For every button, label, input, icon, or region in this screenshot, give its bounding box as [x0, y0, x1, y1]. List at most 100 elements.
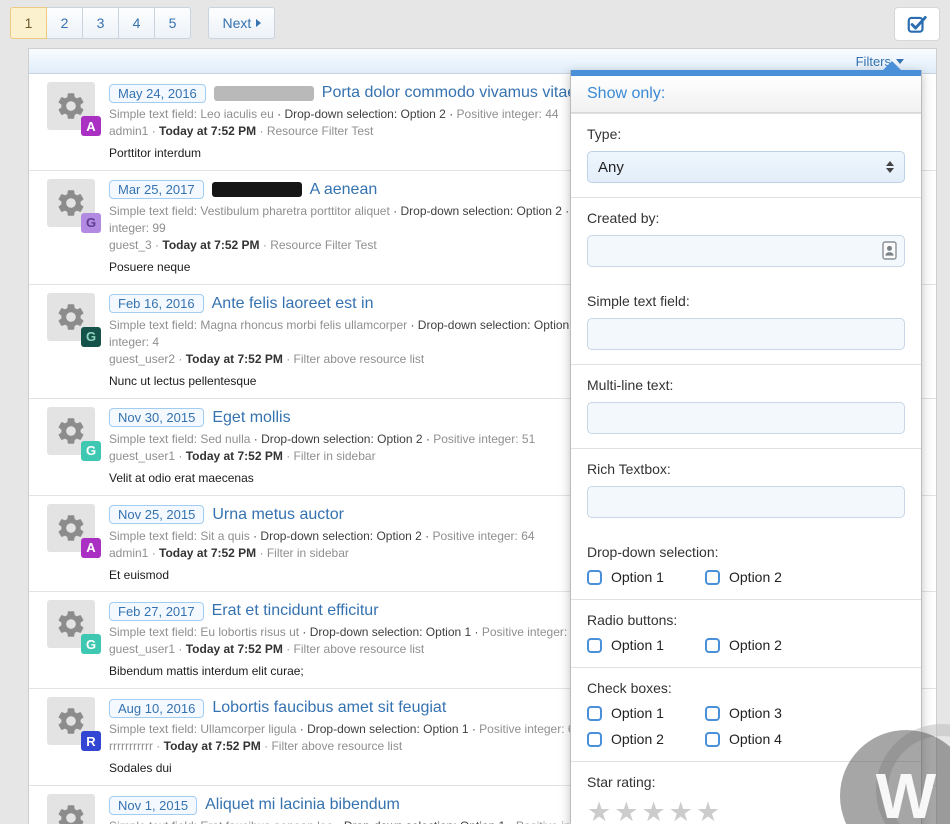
author-line: admin1 · Today at 7:52 PM · Resource Fil… [109, 123, 639, 140]
checkbox-filter-group: Radio buttons: Option 1 Option 2 [571, 599, 921, 667]
checkbox-icon[interactable] [587, 638, 602, 653]
page-button-5[interactable]: 5 [154, 7, 191, 39]
star-icon[interactable]: ★ [641, 797, 668, 824]
item-content: Feb 27, 2017 Erat et tincidunt efficitur… [109, 600, 639, 680]
type-select-value: Any [598, 159, 624, 176]
context-link[interactable]: Filter above resource list [294, 352, 425, 366]
author-link[interactable]: guest_user1 [109, 642, 175, 656]
context-link[interactable]: Resource Filter Test [267, 124, 373, 138]
filter-option[interactable]: Option 2 [705, 569, 823, 585]
text-filter-input[interactable] [587, 318, 905, 350]
star-icon[interactable]: ★ [696, 797, 723, 824]
next-page-button[interactable]: Next [208, 7, 275, 39]
page-button-1[interactable]: 1 [10, 7, 47, 39]
context-link[interactable]: Filter in sidebar [294, 449, 376, 463]
created-by-label: Created by: [587, 210, 905, 226]
type-filter-section: Type: Any [571, 113, 921, 197]
item-content: Nov 1, 2015 Aliquet mi lacinia bibendum … [109, 794, 639, 824]
checkbox-filter-group: Check boxes: Option 1 Option 3 Option 2 … [571, 667, 921, 761]
context-link[interactable]: Filter in sidebar [267, 546, 349, 560]
type-label: Type: [587, 126, 905, 142]
context-link[interactable]: Filter above resource list [294, 642, 425, 656]
checkbox-icon[interactable] [705, 732, 720, 747]
timestamp: Today at 7:52 PM [159, 546, 256, 560]
date-badge: Mar 25, 2017 [109, 180, 204, 199]
checkbox-filter-group: Drop-down selection: Option 1 Option 2 [571, 532, 921, 599]
resource-avatar[interactable]: G [47, 293, 95, 341]
type-select[interactable]: Any [587, 151, 905, 183]
checkbox-group-label: Radio buttons: [587, 612, 905, 628]
pagination-bar: 12345 Next [10, 7, 940, 43]
resource-title-link[interactable]: Urna metus auctor [212, 506, 344, 524]
checkbox-icon[interactable] [705, 706, 720, 721]
checkbox-icon[interactable] [587, 706, 602, 721]
author-line: admin1 · Today at 7:52 PM · Filter in si… [109, 545, 639, 562]
checkbox-icon[interactable] [587, 732, 602, 747]
checkbox-icon [906, 13, 928, 35]
star-icon[interactable]: ★ [669, 797, 696, 824]
author-link[interactable]: guest_user1 [109, 449, 175, 463]
resource-title-link[interactable]: Ante felis laoreet est in [212, 295, 374, 313]
timestamp: Today at 7:52 PM [159, 124, 256, 138]
resource-avatar[interactable]: G [47, 600, 95, 648]
resource-avatar[interactable]: G [47, 407, 95, 455]
checkbox-icon[interactable] [705, 638, 720, 653]
resource-title-link[interactable]: Erat et tincidunt efficitur [212, 602, 379, 620]
timestamp: Today at 7:52 PM [164, 739, 261, 753]
resource-title-link[interactable]: Eget mollis [212, 409, 290, 427]
resource-title-link[interactable]: Porta dolor commodo vivamus vitae [322, 84, 576, 102]
author-link[interactable]: guest_3 [109, 238, 152, 252]
avatar-type-badge: G [81, 213, 101, 233]
resource-avatar[interactable]: G [47, 179, 95, 227]
author-line: guest_3 · Today at 7:52 PM · Resource Fi… [109, 237, 639, 254]
star-rating-control[interactable]: ★★★★★ [587, 799, 905, 824]
resource-title-link[interactable]: Lobortis faucibus amet sit feugiat [212, 699, 446, 717]
checkbox-icon[interactable] [705, 570, 720, 585]
page: 12345 Next Filters A Ma [0, 0, 950, 824]
context-link[interactable]: Filter above resource list [271, 739, 402, 753]
resource-avatar[interactable]: A [47, 82, 95, 130]
redacted-label [214, 86, 314, 101]
star-icon[interactable]: ★ [587, 797, 614, 824]
author-link[interactable]: rrrrrrrrrrr [109, 739, 153, 753]
text-filter-input[interactable] [587, 402, 905, 434]
filter-option[interactable]: Option 3 [705, 705, 823, 721]
page-button-4[interactable]: 4 [118, 7, 155, 39]
panel-header: Show only: [571, 76, 921, 113]
filter-option[interactable]: Option 2 [587, 731, 705, 747]
resource-avatar[interactable] [47, 794, 95, 824]
text-filter-section: Multi-line text: [571, 364, 921, 448]
item-content: Feb 16, 2016 Ante felis laoreet est in S… [109, 293, 639, 390]
star-icon[interactable]: ★ [614, 797, 641, 824]
checkbox-icon[interactable] [587, 570, 602, 585]
page-button-3[interactable]: 3 [82, 7, 119, 39]
page-button-2[interactable]: 2 [46, 7, 83, 39]
item-content: May 24, 2016 Porta dolor commodo vivamus… [109, 82, 639, 162]
filter-option[interactable]: Option 4 [705, 731, 823, 747]
filter-option[interactable]: Option 1 [587, 637, 705, 653]
resource-title-link[interactable]: A aenean [310, 181, 378, 199]
resource-avatar[interactable]: R [47, 697, 95, 745]
author-link[interactable]: admin1 [109, 546, 148, 560]
resource-title-link[interactable]: Aliquet mi lacinia bibendum [205, 796, 400, 814]
select-mode-button[interactable] [894, 7, 940, 41]
user-picker-icon[interactable] [882, 241, 897, 265]
text-filter-section: Simple text field: [571, 281, 921, 364]
context-link[interactable]: Resource Filter Test [270, 238, 376, 252]
filter-option[interactable]: Option 1 [587, 705, 705, 721]
item-content: Mar 25, 2017 A aenean Simple text field:… [109, 179, 639, 276]
created-by-input[interactable] [587, 235, 905, 267]
redacted-label [212, 182, 302, 197]
text-filter-label: Simple text field: [587, 293, 905, 309]
updown-arrows-icon [886, 161, 894, 173]
avatar-type-badge: G [81, 327, 101, 347]
filter-option[interactable]: Option 1 [587, 569, 705, 585]
date-badge: Nov 30, 2015 [109, 408, 204, 427]
text-filter-input[interactable] [587, 486, 905, 518]
author-link[interactable]: admin1 [109, 124, 148, 138]
resource-avatar[interactable]: A [47, 504, 95, 552]
resource-meta: Simple text field: Sed nulla · Drop-down… [109, 431, 639, 448]
author-link[interactable]: guest_user2 [109, 352, 175, 366]
filter-option[interactable]: Option 2 [705, 637, 823, 653]
resource-meta: Simple text field: Sit a quis · Drop-dow… [109, 528, 639, 545]
